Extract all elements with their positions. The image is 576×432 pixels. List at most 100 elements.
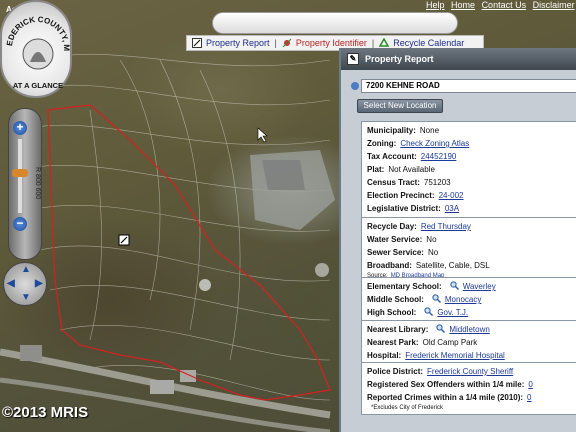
panel-title: Property Report (365, 54, 434, 64)
locate-magnifier-icon[interactable] (432, 294, 441, 303)
info-link[interactable]: 03A (445, 204, 459, 213)
info-label: Police District: (367, 367, 424, 376)
home-link[interactable]: Home (451, 0, 475, 10)
info-label: Nearest Library: (367, 325, 429, 334)
info-link[interactable]: Gov. T.J. (437, 308, 468, 317)
info-value: Old Camp Park (422, 338, 478, 347)
footnote: *Excludes City of Frederick (371, 405, 444, 411)
pan-left-icon[interactable]: ◀ (7, 278, 15, 289)
services-box: Recycle Day: Red Thursday Water Service: No… (361, 217, 576, 283)
scale-label: R 800 600 (34, 166, 41, 200)
safety-box: Police District: Frederick County Sheriff… (361, 362, 576, 415)
info-row: Registered Sex Offenders within 1/4 mile… (367, 378, 576, 391)
info-link[interactable]: 24452190 (421, 152, 457, 161)
info-row: Middle School: Monocacy (367, 293, 576, 306)
zoom-out-button[interactable]: − (13, 217, 27, 231)
top-links: Help Home Contact Us Disclaimer (426, 0, 576, 10)
location-pin-icon (351, 82, 359, 90)
info-link[interactable]: Check Zoning Atlas (400, 139, 469, 148)
info-label: Municipality: (367, 126, 416, 135)
recycle-calendar-tab[interactable]: Recycle Calendar (374, 37, 469, 48)
location-search-bar[interactable] (212, 12, 458, 34)
seal-subtitle: AT A GLANCE (13, 81, 63, 90)
info-row: Election Precinct: 24-002 (367, 189, 576, 202)
info-row: Nearest Library: Middletown (367, 323, 576, 336)
property-identifier-label: Property Identifier (295, 38, 367, 48)
info-link[interactable]: Middletown (449, 325, 489, 334)
info-row: Census Tract: 751203 (367, 176, 576, 189)
pan-right-icon[interactable]: ▶ (35, 278, 43, 289)
zoom-slider[interactable]: + − R 800 600 (8, 108, 42, 260)
info-value: No (426, 235, 437, 244)
locate-magnifier-icon[interactable] (450, 281, 459, 290)
county-seal: FREDERICK COUNTY, MD AT A GLANCE (0, 0, 72, 98)
info-label: Water Service: (367, 235, 423, 244)
info-row: High School: Gov. T.J. (367, 306, 576, 319)
pan-down-icon[interactable]: ▼ (21, 292, 31, 303)
info-label: High School: (367, 308, 417, 317)
address-row: 7200 KEHNE ROAD (351, 79, 576, 93)
info-label: Broadband: (367, 261, 412, 270)
document-icon (192, 38, 202, 48)
info-label: Hospital: (367, 351, 402, 360)
locate-magnifier-icon[interactable] (436, 324, 446, 333)
schools-box: Elementary School: Waverley Middle School:… (361, 277, 576, 322)
address-field[interactable]: 7200 KEHNE ROAD (361, 79, 576, 93)
info-label: Census Tract: (367, 178, 420, 187)
info-row: Recycle Day: Red Thursday (367, 220, 576, 233)
info-row: Water Service: No (367, 233, 576, 246)
locate-magnifier-icon[interactable] (424, 307, 434, 316)
info-link[interactable]: 0 (528, 380, 532, 389)
info-label: Legislative District: (367, 204, 441, 213)
info-row: Elementary School: Waverley (367, 280, 576, 293)
panel-header: ✎ Property Report (341, 48, 576, 70)
info-label: Zoning: (367, 139, 397, 148)
info-link[interactable]: 24-002 (439, 191, 464, 200)
recycle-calendar-label: Recycle Calendar (393, 38, 465, 48)
select-new-location-button[interactable]: Select New Location (357, 99, 443, 113)
parcel-info-box: Municipality: None Zoning: Check Zoning Atl… (361, 121, 576, 218)
info-label: Nearest Park: (367, 338, 419, 347)
property-report-tab[interactable]: Property Report (187, 38, 275, 48)
info-row: Legislative District: 03A (367, 202, 576, 215)
info-label: Elementary School: (367, 282, 442, 291)
info-row: Police District: Frederick County Sheriff (367, 365, 576, 378)
help-link[interactable]: Help (426, 0, 445, 10)
info-value: Satellite, Cable, DSL (415, 261, 490, 270)
info-link[interactable]: Red Thursday (421, 222, 471, 231)
contact-link[interactable]: Contact Us (482, 0, 527, 10)
info-link[interactable]: Frederick Memorial Hospital (405, 351, 505, 360)
info-link[interactable]: 0 (527, 393, 531, 402)
info-value: 751203 (423, 178, 451, 187)
info-link[interactable]: Monocacy (445, 295, 481, 304)
info-label: Plat: (367, 165, 385, 174)
property-report-panel: ✎ Property Report 7200 KEHNE ROAD Select… (339, 48, 576, 432)
amenities-box: Nearest Library: Middletown Nearest Park: O… (361, 320, 576, 365)
disclaimer-link[interactable]: Disclaimer (533, 0, 575, 10)
info-link[interactable]: Frederick County Sheriff (427, 367, 513, 376)
info-row: Sewer Service: No (367, 246, 576, 259)
info-row: Broadband: Satellite, Cable, DSL (367, 259, 576, 272)
info-row: Municipality: None (367, 124, 576, 137)
info-label: Tax Account: (367, 152, 417, 161)
info-link[interactable]: Waverley (463, 282, 496, 291)
pan-up-icon[interactable]: ▲ (21, 264, 31, 275)
info-row: Zoning: Check Zoning Atlas (367, 137, 576, 150)
info-row: Tax Account: 24452190 (367, 150, 576, 163)
info-row: Hospital: Frederick Memorial Hospital (367, 349, 576, 362)
zoom-in-button[interactable]: + (13, 121, 27, 135)
parcel-outline (47, 104, 331, 401)
info-value: None (419, 126, 440, 135)
property-identifier-tab[interactable]: Property Identifier (277, 38, 372, 48)
property-report-label: Property Report (206, 38, 270, 48)
pan-control[interactable]: ▲ ▼ ◀ ▶ (3, 262, 47, 306)
hand-cursor-icon (257, 127, 268, 143)
info-label: Recycle Day: (367, 222, 417, 231)
info-value: Not Available (388, 165, 435, 174)
zoom-thumb[interactable] (12, 169, 28, 177)
info-row: Nearest Park: Old Camp Park (367, 336, 576, 349)
info-row: Plat: Not Available (367, 163, 576, 176)
info-label: Reported Crimes within a 1/4 mile (2010)… (367, 393, 524, 402)
info-row: Reported Crimes within a 1/4 mile (2010)… (367, 391, 576, 404)
info-value: No (427, 248, 439, 257)
